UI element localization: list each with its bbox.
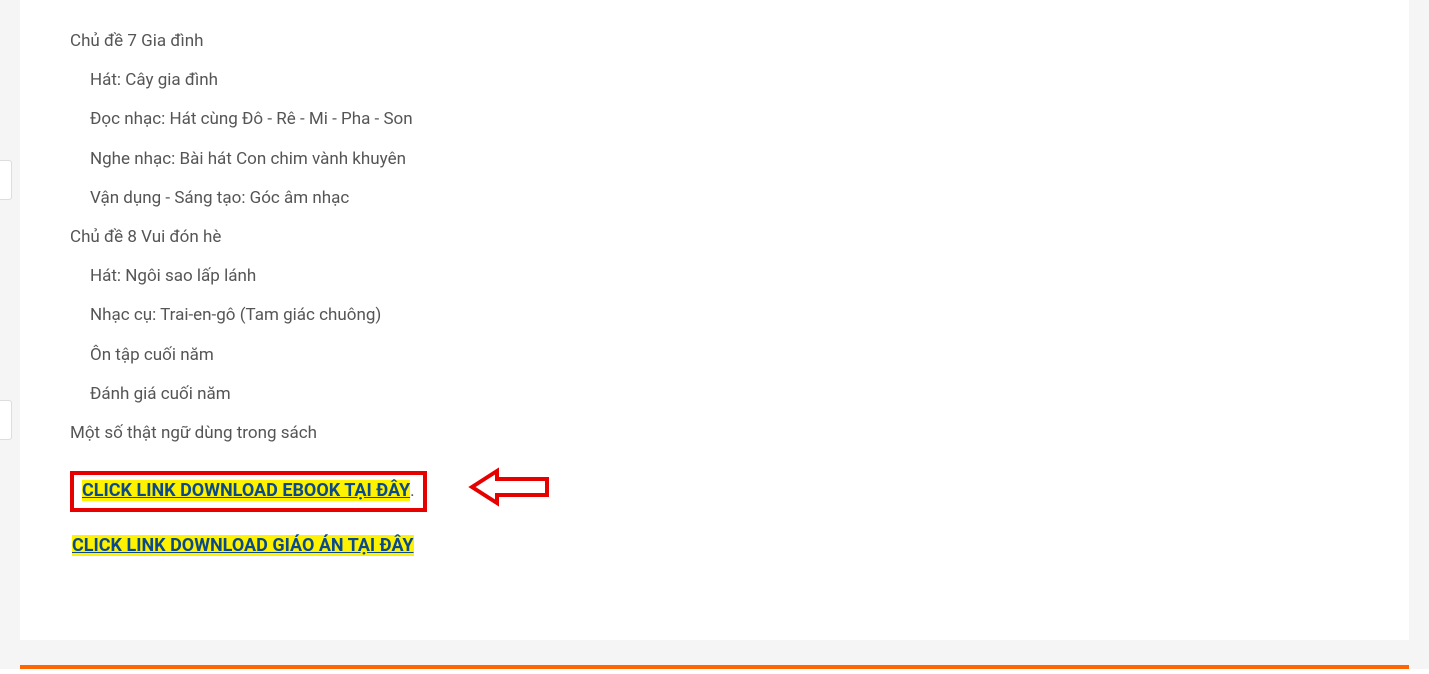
arrow-left-icon [467,465,557,518]
section-divider [20,665,1409,669]
side-widget-stub [0,160,12,200]
download-ebook-link[interactable]: CLICK LINK DOWNLOAD EBOOK TẠI ĐÂY [82,480,410,501]
topic-8-title: Chủ đề 8 Vui đón hè [70,224,1359,251]
topic-8-item: Hát: Ngôi sao lấp lánh [70,263,1359,290]
topic-8-item: Nhạc cụ: Trai-en-gô (Tam giác chuông) [70,302,1359,329]
download-lesson-plan-link[interactable]: CLICK LINK DOWNLOAD GIÁO ÁN TẠI ĐÂY [72,535,414,556]
topic-7-item: Hát: Cây gia đình [70,67,1359,94]
download-ebook-highlight-box: CLICK LINK DOWNLOAD EBOOK TẠI ĐÂY. [70,471,427,512]
side-widget-stub [0,400,12,440]
topic-7-item: Vận dụng - Sáng tạo: Góc âm nhạc [70,185,1359,212]
topic-7-item: Nghe nhạc: Bài hát Con chim vành khuyên [70,146,1359,173]
topic-8-item: Đánh giá cuối năm [70,381,1359,408]
topic-7-title: Chủ đề 7 Gia đình [70,28,1359,55]
period-text: . [410,481,414,501]
glossary-note: Một số thật ngữ dùng trong sách [70,420,1359,447]
topic-8-item: Ôn tập cuối năm [70,342,1359,369]
topic-7-item: Đọc nhạc: Hát cùng Đô - Rê - Mi - Pha - … [70,106,1359,133]
